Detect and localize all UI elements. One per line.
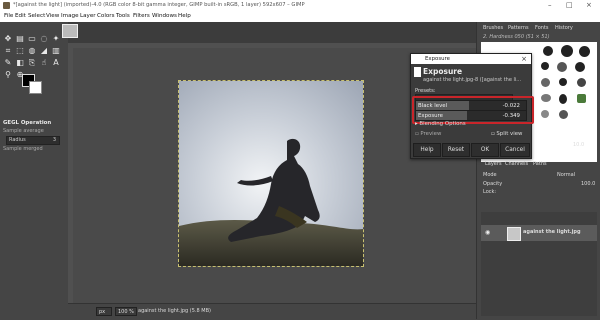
dialog-subtitle: against the light.jpg-8 ([against the li… bbox=[423, 77, 522, 83]
menu-edit[interactable]: Edit bbox=[15, 13, 26, 19]
radius-value: 3 bbox=[52, 137, 56, 143]
sample-merged-checkbox[interactable]: Sample merged bbox=[3, 146, 43, 152]
dialog-window-title: Exposure bbox=[425, 56, 450, 62]
tab-layers[interactable]: Layers bbox=[485, 161, 502, 167]
dialog-heading: Exposure bbox=[423, 67, 463, 76]
brush-size-value[interactable]: 10.0 bbox=[573, 142, 584, 148]
blending-options-label: Blending Options bbox=[419, 121, 466, 127]
help-button[interactable]: Help bbox=[413, 143, 441, 157]
background-color-swatch[interactable] bbox=[29, 81, 42, 94]
eraser-icon[interactable]: ◧ bbox=[16, 59, 24, 67]
zoom-select[interactable]: 100 % bbox=[115, 307, 137, 316]
menu-select[interactable]: Select bbox=[28, 13, 45, 19]
minimize-button[interactable]: – bbox=[548, 1, 552, 9]
unit-value: px bbox=[99, 309, 106, 315]
menu-layer[interactable]: Layer bbox=[80, 13, 96, 19]
crop-tool-icon[interactable]: ⌗ bbox=[4, 47, 12, 55]
move-tool-icon[interactable]: ✥ bbox=[4, 35, 12, 43]
menu-colors[interactable]: Colors bbox=[97, 13, 115, 19]
zoom-value: 100 % bbox=[118, 309, 134, 315]
image-tab-thumbnail[interactable] bbox=[62, 24, 78, 38]
menu-image[interactable]: Image bbox=[61, 13, 79, 19]
tab-paths[interactable]: Paths bbox=[533, 161, 547, 167]
tab-channels[interactable]: Channels bbox=[505, 161, 528, 167]
blending-options-expander[interactable]: ▸ Blending Options bbox=[415, 121, 466, 127]
gradient-icon[interactable]: ▥ bbox=[52, 47, 60, 55]
sample-average-label[interactable]: Sample average bbox=[3, 128, 44, 134]
paintbrush-icon[interactable]: ✎ bbox=[4, 59, 12, 67]
warp-tool-icon[interactable]: ◍ bbox=[28, 47, 36, 55]
highlight-box bbox=[412, 96, 534, 124]
image-tab-strip bbox=[68, 22, 476, 43]
transform-tool-icon[interactable]: ⬚ bbox=[16, 47, 24, 55]
radius-field[interactable]: Radius 3 bbox=[6, 136, 60, 145]
tab-brushes[interactable]: Brushes bbox=[483, 25, 503, 31]
menu-help[interactable]: Help bbox=[178, 13, 191, 19]
photo-silhouette bbox=[179, 81, 363, 266]
preview-checkbox[interactable]: ▫ Preview bbox=[415, 131, 441, 137]
gimp-app-icon bbox=[3, 2, 10, 9]
exposure-icon bbox=[414, 67, 421, 77]
dialog-close-icon[interactable]: × bbox=[521, 55, 527, 63]
align-tool-icon[interactable]: ▤ bbox=[16, 35, 24, 43]
rect-select-icon[interactable]: ▭ bbox=[28, 35, 36, 43]
text-tool-icon[interactable]: A bbox=[52, 59, 60, 67]
unit-select[interactable]: px bbox=[96, 307, 112, 316]
menu-filters[interactable]: Filters bbox=[133, 13, 150, 19]
photo-canvas-image[interactable] bbox=[178, 80, 364, 267]
toolbox: ✥ ▤ ▭ ◌ ✦ ⌗ ⬚ ◍ ◢ ▥ ✎ ◧ ⎘ ☝ A ⚲ ⊕ GEGL O… bbox=[0, 22, 69, 319]
exposure-dialog: Exposure × Exposure against the light.jp… bbox=[410, 53, 534, 159]
maximize-button[interactable]: □ bbox=[566, 1, 573, 9]
menu-view[interactable]: View bbox=[46, 13, 59, 19]
lock-label: Lock: bbox=[483, 189, 497, 195]
lasso-icon[interactable]: ◌ bbox=[40, 35, 48, 43]
layer-thumbnail bbox=[507, 227, 521, 241]
split-view-label: Split view bbox=[496, 131, 523, 137]
layer-name[interactable]: against the light.jpg bbox=[523, 229, 581, 235]
opacity-label: Opacity bbox=[483, 181, 503, 187]
close-button[interactable]: × bbox=[586, 1, 592, 9]
mode-select[interactable]: Normal bbox=[557, 172, 575, 178]
tab-history[interactable]: History bbox=[555, 25, 573, 31]
preview-label: Preview bbox=[420, 131, 442, 137]
opacity-value[interactable]: 100.0 bbox=[581, 181, 595, 187]
smudge-icon[interactable]: ☝ bbox=[40, 59, 48, 67]
menu-file[interactable]: File bbox=[4, 13, 13, 19]
menu-windows[interactable]: Windows bbox=[152, 13, 177, 19]
tab-fonts[interactable]: Fonts bbox=[535, 25, 549, 31]
dialog-title-bar: Exposure × bbox=[411, 54, 531, 64]
tab-patterns[interactable]: Patterns bbox=[508, 25, 529, 31]
clone-icon[interactable]: ⎘ bbox=[28, 59, 36, 67]
title-bar: *[against the light] (imported)-4.0 (RGB… bbox=[0, 0, 600, 11]
cancel-button[interactable]: Cancel bbox=[500, 143, 530, 157]
fuzzy-select-icon[interactable]: ✦ bbox=[52, 35, 60, 43]
mode-label: Mode bbox=[483, 172, 497, 178]
brush-name: 2. Hardness 050 (51 × 51) bbox=[483, 34, 550, 40]
file-info: against the light.jpg (5.8 MB) bbox=[138, 308, 211, 314]
reset-button[interactable]: Reset bbox=[442, 143, 470, 157]
window-title: *[against the light] (imported)-4.0 (RGB… bbox=[13, 2, 305, 8]
ok-button[interactable]: OK bbox=[471, 143, 499, 157]
color-picker-icon[interactable]: ⚲ bbox=[4, 71, 12, 79]
bucket-fill-icon[interactable]: ◢ bbox=[40, 47, 48, 55]
radius-label: Radius bbox=[9, 137, 26, 143]
visibility-eye-icon[interactable]: ◉ bbox=[485, 229, 490, 236]
split-view-checkbox[interactable]: ▫ Split view bbox=[491, 131, 522, 137]
tool-options-title: GEGL Operation bbox=[3, 120, 52, 126]
menu-tools[interactable]: Tools bbox=[116, 13, 130, 19]
